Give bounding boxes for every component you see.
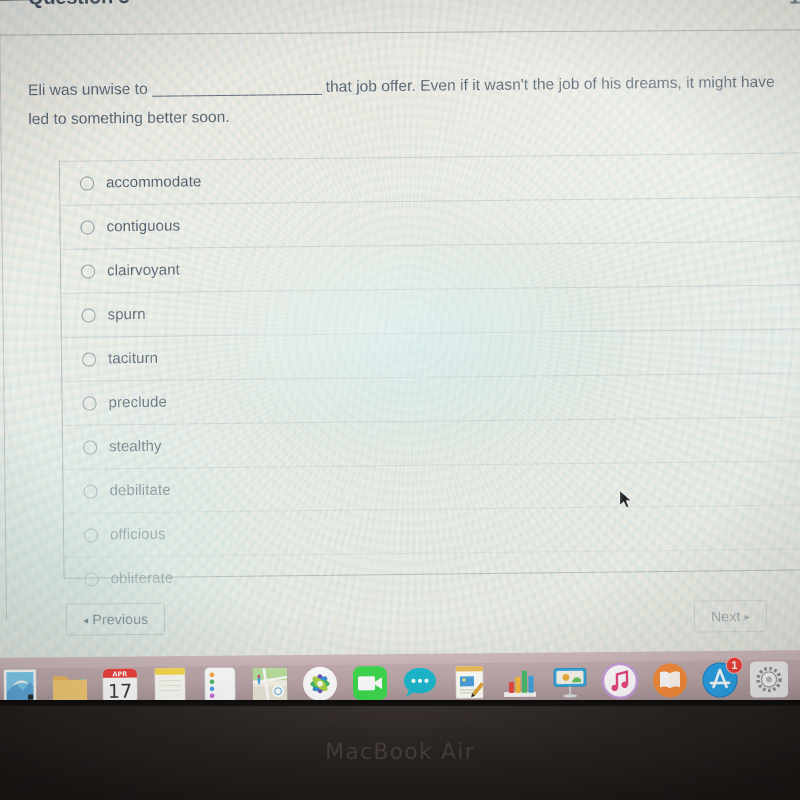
radio-button-icon[interactable] bbox=[83, 483, 98, 499]
chevron-right-icon: ▸ bbox=[744, 612, 751, 624]
laptop-screen: Question 3 1 Eli was unwise tothat job o… bbox=[0, 0, 800, 669]
option-label: accommodate bbox=[105, 173, 202, 192]
question-text: Eli was unwise to that job offer. Even if… bbox=[28, 68, 777, 134]
left-rail-divider bbox=[0, 36, 8, 621]
radio-button-icon[interactable] bbox=[79, 175, 95, 191]
calendar-month-label: APR bbox=[112, 670, 127, 678]
radio-button-icon[interactable] bbox=[80, 263, 96, 279]
photograph-of-laptop-screen: Question 3 1 Eli was unwise tothat job o… bbox=[0, 0, 800, 800]
radio-button-icon[interactable] bbox=[83, 527, 99, 543]
chevron-left-icon: ◂ bbox=[82, 615, 89, 627]
radio-button-icon[interactable] bbox=[82, 439, 98, 455]
option-label: clairvoyant bbox=[106, 261, 180, 280]
ibooks-icon[interactable] bbox=[650, 660, 690, 700]
points-indicator: 1 bbox=[789, 0, 800, 10]
device-label: MacBook Air bbox=[325, 740, 475, 765]
option-label: stealthy bbox=[108, 437, 162, 456]
option-label: taciturn bbox=[107, 349, 159, 368]
photos-icon[interactable] bbox=[300, 664, 340, 704]
maps-icon[interactable] bbox=[250, 664, 290, 704]
previous-button-label: Previous bbox=[92, 610, 149, 628]
mouse-cursor-icon bbox=[619, 489, 633, 509]
page-title: Question 3 bbox=[28, 0, 130, 10]
option-label: contiguous bbox=[106, 217, 181, 236]
option-label: spurn bbox=[107, 305, 146, 324]
answer-blank bbox=[151, 93, 322, 97]
answer-options-panel: accommodate contiguous clairvoyant spurn bbox=[58, 151, 800, 601]
reminders-icon[interactable] bbox=[200, 665, 240, 705]
radio-button-icon[interactable] bbox=[81, 351, 97, 367]
quiz-navigation: ◂ Previous Next ▸ bbox=[64, 591, 800, 639]
quiz-page: Question 3 1 Eli was unwise tothat job o… bbox=[0, 0, 800, 636]
next-button[interactable]: Next ▸ bbox=[693, 599, 768, 633]
option-label: obliterate bbox=[110, 569, 174, 588]
question-text-before: Eli was unwise to bbox=[27, 80, 148, 100]
radio-button-icon[interactable] bbox=[80, 219, 95, 235]
pages-icon[interactable] bbox=[450, 662, 490, 702]
messages-icon[interactable] bbox=[400, 663, 440, 703]
previous-button[interactable]: ◂ Previous bbox=[65, 602, 166, 636]
itunes-icon[interactable] bbox=[600, 661, 640, 701]
numbers-icon[interactable] bbox=[500, 662, 540, 702]
app-store-badge: 1 bbox=[725, 656, 743, 674]
option-label: debilitate bbox=[109, 481, 171, 500]
radio-button-icon[interactable] bbox=[81, 307, 96, 323]
radio-button-icon[interactable] bbox=[82, 395, 97, 411]
system-preferences-icon[interactable] bbox=[749, 659, 790, 699]
facetime-icon[interactable] bbox=[350, 663, 390, 703]
option-label: preclude bbox=[108, 393, 168, 412]
radio-button-icon[interactable] bbox=[84, 571, 99, 587]
app-store-icon[interactable]: 1 bbox=[700, 656, 743, 700]
next-button-label: Next bbox=[710, 608, 741, 625]
option-label: officious bbox=[109, 525, 166, 544]
keynote-icon[interactable] bbox=[550, 661, 590, 701]
